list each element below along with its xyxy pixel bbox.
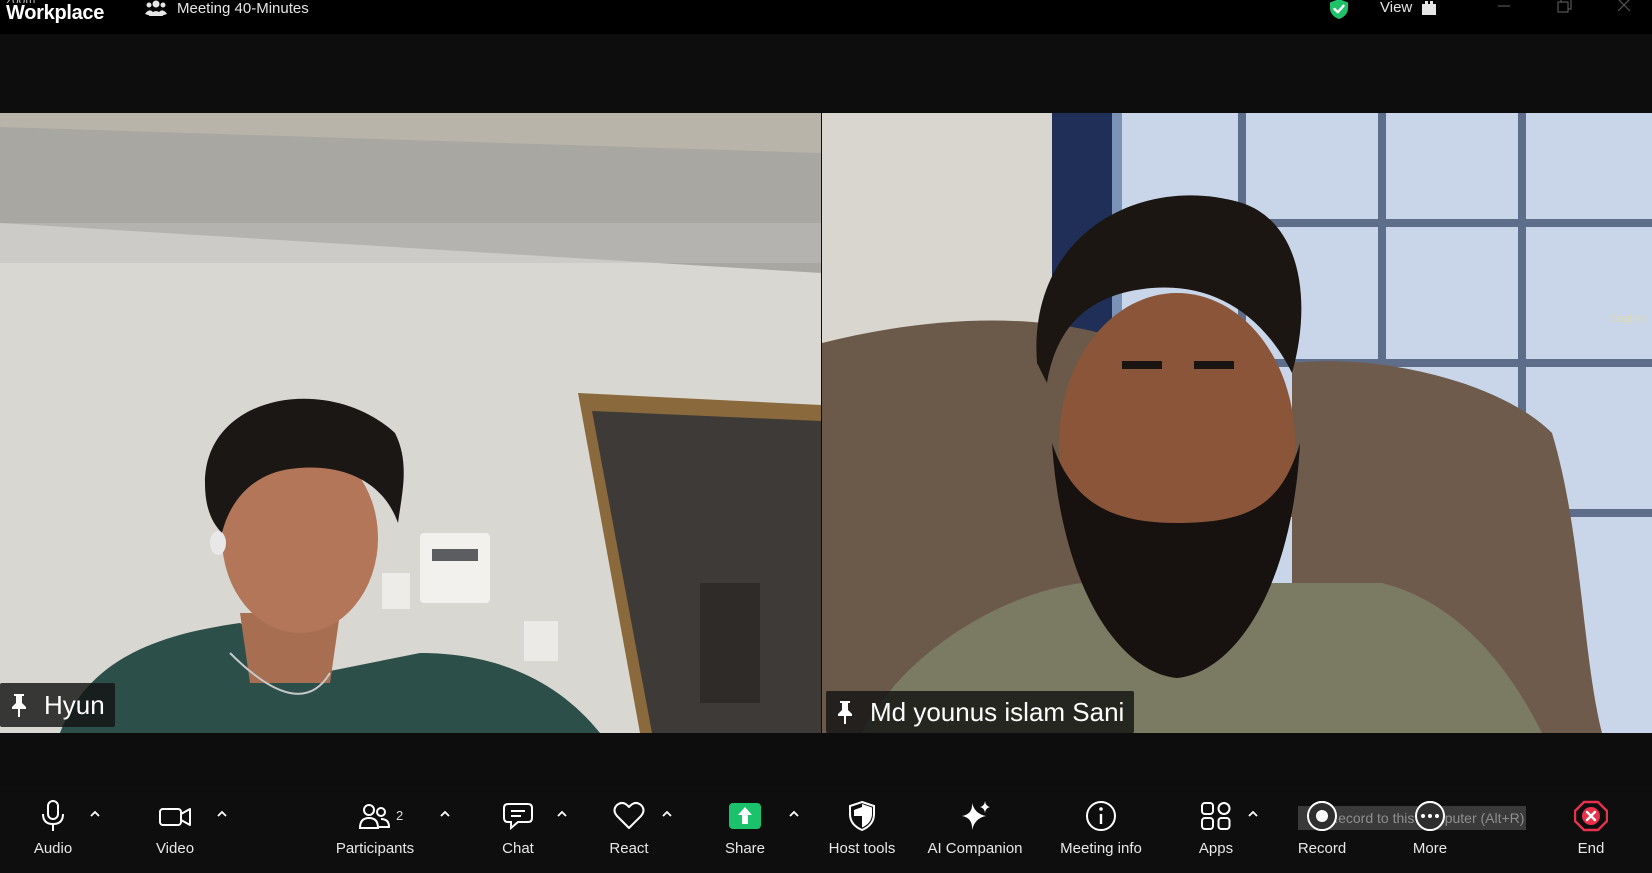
apps-button[interactable]: Apps <box>1188 786 1244 873</box>
brand-name: Workplace <box>6 2 105 24</box>
record-label: Record <box>1297 840 1347 857</box>
react-button[interactable]: React <box>600 786 658 873</box>
ai-companion-label: AI Companion <box>927 840 1023 857</box>
ai-companion-button[interactable]: AI Companion <box>920 786 1030 873</box>
apps-options-chevron-up-icon[interactable] <box>1246 809 1260 819</box>
title-bar: zoom Workplace Meeting 40-Minutes View <box>0 0 1652 34</box>
info-icon <box>1086 801 1116 831</box>
end-meeting-icon <box>1574 800 1608 832</box>
video-tile-hyun[interactable]: Hyun <box>0 113 821 733</box>
record-icon[interactable] <box>1305 800 1339 832</box>
encryption-shield-icon[interactable] <box>1328 0 1350 20</box>
heart-icon <box>613 801 645 829</box>
participants-icon <box>358 804 391 829</box>
chat-button[interactable]: Chat <box>490 786 546 873</box>
host-tools-label: Host tools <box>828 840 896 857</box>
view-button[interactable]: View <box>1380 0 1437 16</box>
chat-label: Chat <box>502 840 534 857</box>
participants-button[interactable]: 2 Participants <box>330 786 420 873</box>
view-grid-icon <box>1422 0 1437 15</box>
participant-name: Hyun <box>44 689 105 720</box>
participants-options-chevron-up-icon[interactable] <box>438 809 452 819</box>
video-feed-hyun <box>0 113 821 733</box>
chat-icon <box>503 803 533 831</box>
video-camera-icon <box>159 808 191 826</box>
apps-icon <box>1201 802 1231 830</box>
minimize-icon[interactable] <box>1494 0 1514 16</box>
end-meeting-button[interactable]: End <box>1566 786 1616 873</box>
share-label: Share <box>724 840 766 857</box>
end-label: End <box>1577 840 1605 857</box>
meeting-title-text: Meeting 40-Minutes <box>177 0 309 17</box>
meeting-title[interactable]: Meeting 40-Minutes <box>145 0 309 17</box>
app-logo: zoom Workplace <box>6 0 104 23</box>
microphone-icon <box>42 800 64 831</box>
share-screen-icon <box>729 803 761 829</box>
react-label: React <box>609 840 649 857</box>
participants-count: 2 <box>396 808 404 823</box>
video-tile-md-younus-islam-sani[interactable]: English Md younus islam Sani <box>822 113 1652 733</box>
meeting-info-button[interactable]: Meeting info <box>1052 786 1150 873</box>
chat-options-chevron-up-icon[interactable] <box>555 809 569 819</box>
video-feed-md-younus-islam-sani <box>822 113 1652 733</box>
share-button[interactable]: Share <box>716 786 774 873</box>
video-button[interactable]: Video <box>140 786 210 873</box>
pin-icon[interactable] <box>8 692 30 718</box>
nameplate-hyun: Hyun <box>0 683 115 727</box>
video-label: Video <box>155 840 195 857</box>
share-options-chevron-up-icon[interactable] <box>787 809 801 819</box>
more-icon[interactable] <box>1413 800 1447 832</box>
sparkle-icon <box>962 801 990 830</box>
meeting-info-label: Meeting info <box>1060 840 1142 857</box>
captions-language-hint: English <box>1609 313 1646 325</box>
audio-label: Audio <box>33 840 73 857</box>
host-tools-button[interactable]: Host tools <box>822 786 902 873</box>
restore-icon[interactable] <box>1554 0 1574 16</box>
participants-group-icon <box>145 0 167 16</box>
react-options-chevron-up-icon[interactable] <box>660 809 674 819</box>
close-icon[interactable] <box>1614 0 1634 16</box>
pin-icon[interactable] <box>834 699 856 725</box>
shield-icon <box>849 800 875 832</box>
participant-name: Md younus islam Sani <box>870 696 1125 727</box>
video-stage: Hyun English Md younus islam Sani <box>0 34 1652 786</box>
video-options-chevron-up-icon[interactable] <box>215 809 229 819</box>
participants-label: Participants <box>335 840 415 857</box>
more-label: More <box>1412 840 1448 857</box>
apps-label: Apps <box>1198 840 1234 857</box>
nameplate-md-younus-islam-sani: Md younus islam Sani <box>826 691 1135 733</box>
view-button-label: View <box>1380 0 1413 16</box>
audio-button[interactable]: Audio <box>18 786 88 873</box>
audio-options-chevron-up-icon[interactable] <box>88 809 102 819</box>
